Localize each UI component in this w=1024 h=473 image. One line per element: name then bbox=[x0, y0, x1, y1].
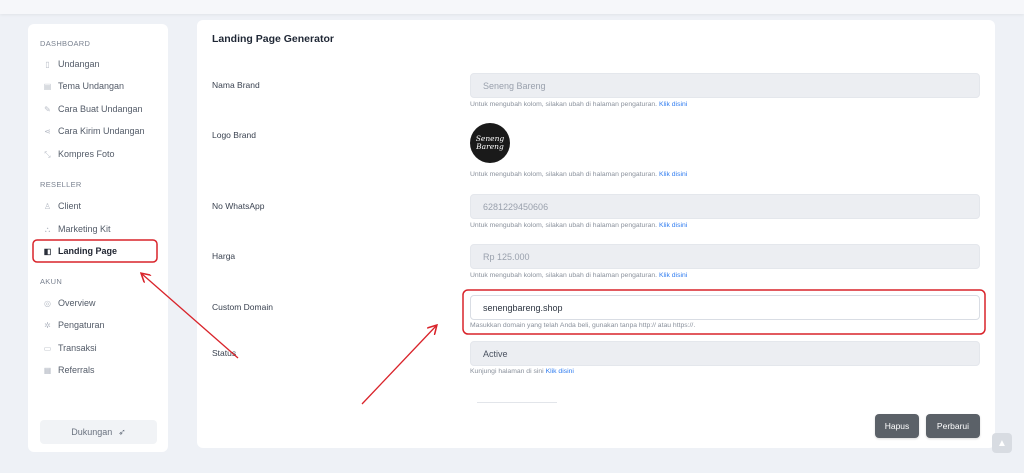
price-value: Rp 125.000 bbox=[483, 251, 530, 262]
sidebar-item-tema-undangan[interactable]: ▤ Tema Undangan bbox=[38, 76, 158, 96]
share-icon: ⋖ bbox=[44, 126, 51, 136]
brand-field: Seneng Bareng bbox=[470, 73, 980, 98]
domain-help: Masukkan domain yang telah Anda beli, gu… bbox=[470, 322, 696, 329]
delete-button[interactable]: Hapus bbox=[875, 414, 919, 438]
main-panel: Landing Page Generator Nama Brand Seneng… bbox=[197, 20, 995, 448]
layers-icon: ◧ bbox=[43, 246, 52, 256]
domain-label: Custom Domain bbox=[212, 302, 273, 312]
invitation-icon: ▯ bbox=[45, 59, 50, 69]
sidebar-item-label: Transaksi bbox=[58, 343, 97, 353]
compress-icon: ⤡ bbox=[44, 149, 51, 159]
sidebar-item-label: Tema Undangan bbox=[58, 81, 125, 91]
top-bar bbox=[0, 0, 1024, 14]
whatsapp-help-text: Untuk mengubah kolom, silakan ubah di ha… bbox=[470, 222, 658, 229]
sidebar-item-cara-kirim-undangan[interactable]: ⋖ Cara Kirim Undangan bbox=[38, 121, 158, 141]
page-title: Landing Page Generator bbox=[212, 33, 334, 45]
sidebar-item-label: Referrals bbox=[58, 365, 95, 375]
sidebar-item-label: Landing Page bbox=[58, 246, 118, 256]
rocket-icon: ➶ bbox=[118, 426, 126, 437]
status-label: Status bbox=[212, 348, 237, 358]
brand-help: Untuk mengubah kolom, silakan ubah di ha… bbox=[470, 101, 687, 108]
sidebar-item-label: Client bbox=[58, 201, 82, 211]
status-visit-link[interactable]: Klik disini bbox=[546, 368, 574, 375]
sidebar-item-label: Pengaturan bbox=[58, 320, 105, 330]
logo-help: Untuk mengubah kolom, silakan ubah di ha… bbox=[470, 171, 687, 178]
sidebar-item-transaksi[interactable]: ▭ Transaksi bbox=[38, 338, 158, 358]
sidebar-item-overview[interactable]: ◎ Overview bbox=[38, 293, 158, 313]
logo-text-bottom: Bareng bbox=[476, 142, 504, 151]
overview-icon: ◎ bbox=[44, 298, 51, 308]
domain-value: senengbareng.shop bbox=[483, 302, 563, 313]
status-help: Kunjungi halaman di sini Klik disini bbox=[470, 368, 574, 375]
wallet-icon: ▭ bbox=[43, 343, 52, 353]
status-value: Active bbox=[483, 348, 508, 359]
section-title-dashboard: DASHBOARD bbox=[40, 39, 91, 48]
section-title-akun: AKUN bbox=[40, 277, 63, 286]
whatsapp-settings-link[interactable]: Klik disini bbox=[659, 222, 687, 229]
price-settings-link[interactable]: Klik disini bbox=[659, 272, 687, 279]
sidebar-item-landing-page[interactable]: ◧ Landing Page bbox=[38, 241, 158, 261]
status-field: Active bbox=[470, 341, 980, 366]
sidebar-item-pengaturan[interactable]: ✲ Pengaturan bbox=[38, 315, 158, 335]
sidebar-item-cara-buat-undangan[interactable]: ✎ Cara Buat Undangan bbox=[38, 99, 158, 119]
brand-label: Nama Brand bbox=[212, 80, 260, 90]
theme-icon: ▤ bbox=[43, 81, 52, 91]
brand-logo: Seneng Bareng bbox=[470, 123, 510, 163]
arrow-up-icon: ▲ bbox=[997, 437, 1007, 449]
sidebar-item-undangan[interactable]: ▯ Undangan bbox=[38, 54, 158, 74]
sidebar-item-marketing-kit[interactable]: ⛬ Marketing Kit bbox=[38, 219, 158, 239]
price-label: Harga bbox=[212, 251, 236, 261]
update-button[interactable]: Perbarui bbox=[926, 414, 980, 438]
whatsapp-help: Untuk mengubah kolom, silakan ubah di ha… bbox=[470, 222, 687, 229]
sidebar-item-label: Overview bbox=[58, 298, 96, 308]
status-help-text: Kunjungi halaman di sini bbox=[470, 368, 544, 375]
referral-icon: ▦ bbox=[43, 365, 52, 375]
gear-icon: ✲ bbox=[44, 320, 51, 330]
brand-help-text: Untuk mengubah kolom, silakan ubah di ha… bbox=[470, 101, 658, 108]
pencil-icon: ✎ bbox=[44, 104, 51, 114]
logo-settings-link[interactable]: Klik disini bbox=[659, 171, 687, 178]
whatsapp-field: 6281229450606 bbox=[470, 194, 980, 219]
logo-help-text: Untuk mengubah kolom, silakan ubah di ha… bbox=[470, 171, 658, 178]
section-title-reseller: RESELLER bbox=[40, 180, 82, 189]
support-label: Dukungan bbox=[71, 427, 113, 437]
domain-input[interactable]: senengbareng.shop bbox=[470, 295, 980, 320]
sidebar-item-client[interactable]: ♙ Client bbox=[38, 196, 158, 216]
whatsapp-label: No WhatsApp bbox=[212, 201, 265, 211]
sidebar-item-referrals[interactable]: ▦ Referrals bbox=[38, 360, 158, 380]
sidebar-item-label: Marketing Kit bbox=[58, 224, 111, 234]
divider bbox=[477, 402, 557, 403]
sidebar-item-kompres-foto[interactable]: ⤡ Kompres Foto bbox=[38, 144, 158, 164]
brand-value: Seneng Bareng bbox=[483, 80, 546, 91]
brand-settings-link[interactable]: Klik disini bbox=[659, 101, 687, 108]
support-button[interactable]: Dukungan ➶ bbox=[40, 420, 157, 444]
sidebar-item-label: Undangan bbox=[58, 59, 100, 69]
sidebar-item-label: Cara Kirim Undangan bbox=[58, 126, 145, 136]
sidebar: DASHBOARD ▯ Undangan ▤ Tema Undangan ✎ C… bbox=[28, 24, 168, 452]
kit-icon: ⛬ bbox=[44, 224, 51, 234]
price-help: Untuk mengubah kolom, silakan ubah di ha… bbox=[470, 272, 687, 279]
logo-label: Logo Brand bbox=[212, 130, 256, 140]
user-icon: ♙ bbox=[43, 201, 52, 211]
scroll-top-button[interactable]: ▲ bbox=[992, 433, 1012, 453]
sidebar-item-label: Cara Buat Undangan bbox=[58, 104, 143, 114]
price-field: Rp 125.000 bbox=[470, 244, 980, 269]
whatsapp-value: 6281229450606 bbox=[483, 201, 549, 212]
price-help-text: Untuk mengubah kolom, silakan ubah di ha… bbox=[470, 272, 658, 279]
sidebar-item-label: Kompres Foto bbox=[58, 149, 115, 159]
